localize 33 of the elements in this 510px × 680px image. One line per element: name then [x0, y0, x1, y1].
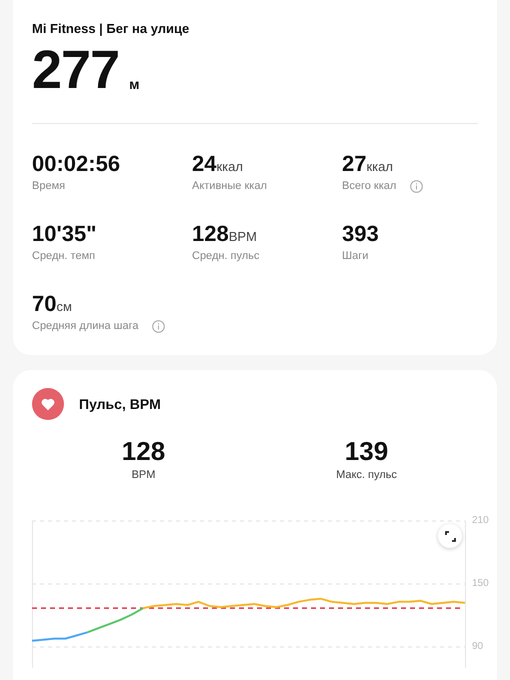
stat-label: Средн. темп	[32, 249, 96, 263]
info-icon[interactable]	[410, 180, 424, 192]
axis-tick-label: 150	[472, 578, 489, 590]
heart-rate-value: 128	[122, 436, 166, 466]
stat-value: 27	[342, 151, 366, 177]
stat-value: 128	[192, 221, 229, 247]
stat-label: Шаги	[342, 249, 368, 263]
axis-tick-label: 90	[472, 641, 484, 653]
distance-value: 277	[32, 44, 120, 96]
stat-label: Средняя длина шага	[32, 319, 138, 333]
info-icon[interactable]	[152, 320, 166, 332]
stat-value: 70	[32, 291, 56, 317]
stat-label: Всего ккал	[342, 179, 396, 193]
stat-unit: ккал	[366, 159, 393, 175]
expand-icon	[444, 530, 456, 542]
stat-value: 24	[192, 151, 216, 177]
workout-title: Mi Fitness | Бег на улице	[32, 20, 190, 38]
stat-value: 393	[342, 221, 379, 247]
stat-label: Время	[32, 179, 66, 193]
stat-value: 00:02:56	[32, 151, 120, 177]
stat-value: 10'35"	[32, 221, 97, 247]
heart-rate-label: Макс. пульс	[336, 468, 397, 482]
stat-unit: BPM	[228, 229, 257, 245]
stat-label: Активные ккал	[192, 179, 267, 193]
section-title: Пульс, BPM	[79, 394, 161, 414]
stat-unit: ккал	[216, 159, 243, 175]
heart-rate-value: 139	[344, 436, 388, 466]
heart-rate-label: BPM	[132, 468, 156, 482]
stat-unit: см	[56, 299, 72, 315]
axis-tick-label: 210	[472, 515, 489, 527]
stat-label: Средн. пульс	[192, 249, 260, 263]
expand-button[interactable]	[438, 524, 462, 548]
distance-unit: м	[129, 76, 140, 92]
